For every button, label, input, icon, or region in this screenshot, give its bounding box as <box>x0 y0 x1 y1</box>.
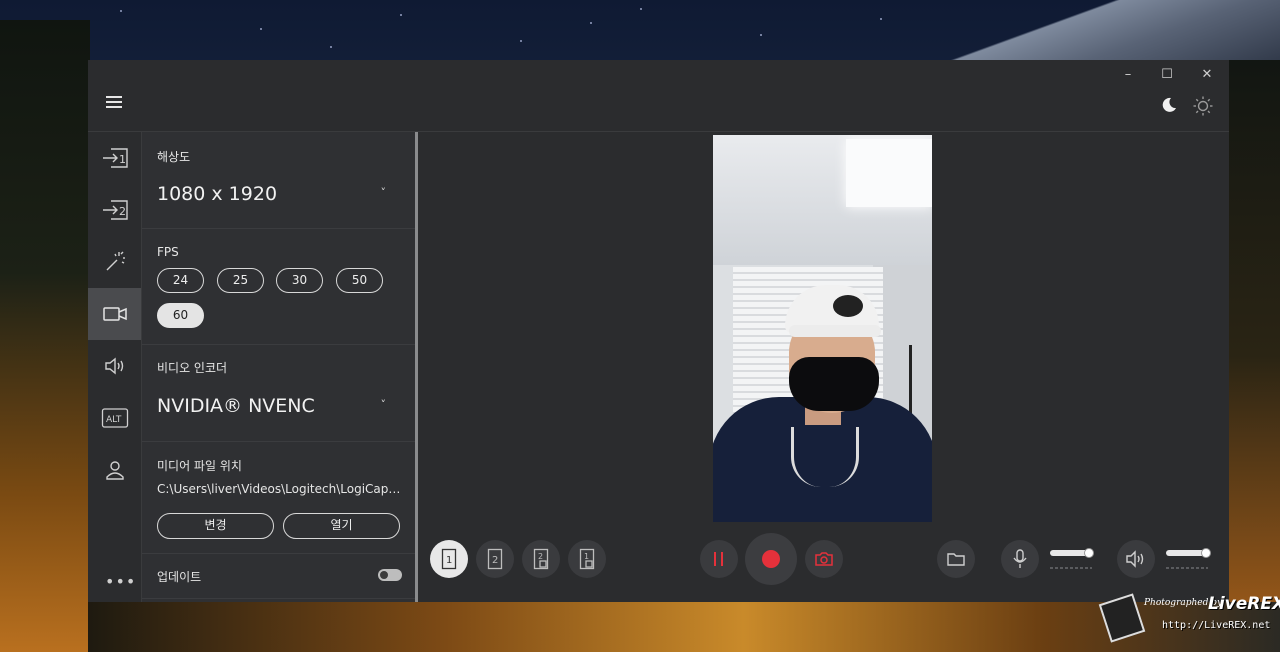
fps-section: FPS 24 25 30 50 60 <box>142 229 416 345</box>
rail-item-alt[interactable]: ALT <box>88 392 141 444</box>
chevron-down-icon[interactable]: ˅ <box>381 398 387 411</box>
layout-2-icon: 2 <box>487 548 503 570</box>
svg-text:ALT: ALT <box>106 415 122 425</box>
snapshot-button[interactable] <box>805 540 843 578</box>
light-mode-icon[interactable] <box>1193 96 1213 116</box>
alt-key-icon: ALT <box>101 408 128 428</box>
speaker-icon <box>104 357 123 375</box>
open-folder-button[interactable]: 열기 <box>283 513 400 539</box>
pause-button[interactable] <box>700 540 738 578</box>
pause-icon <box>714 552 723 566</box>
layout-single-button[interactable]: 1 <box>430 540 468 578</box>
layout-pip-2-1-button[interactable]: 2 <box>522 540 560 578</box>
preview-area: 1 2 2 1 <box>418 132 1229 602</box>
microphone-volume-knob[interactable] <box>1084 548 1094 558</box>
resolution-section: 해상도 1080 x 1920 ˅ <box>142 132 416 229</box>
watermark-url: http://LiveREX.net <box>1162 620 1271 631</box>
watermark: Photographed by LiveREX http://LiveREX.n… <box>1098 593 1280 644</box>
resolution-label: 해상도 <box>157 150 191 164</box>
update-section: 업데이트 <box>142 554 416 599</box>
minimize-button[interactable]: – <box>1117 66 1139 84</box>
layout-source-2-button[interactable]: 2 <box>476 540 514 578</box>
layout-pip-icon: 2 <box>533 548 549 570</box>
speaker-volume-slider[interactable] <box>1166 550 1206 556</box>
record-button[interactable] <box>745 533 797 585</box>
user-icon <box>105 461 124 480</box>
layout-pip-1-2-button[interactable]: 1 <box>568 540 606 578</box>
media-path-value: C:\Users\liver\Videos\Logitech\LogiCaptu… <box>157 482 405 496</box>
watermark-brand: LiveREX <box>1208 594 1280 614</box>
camera-preview <box>713 135 932 522</box>
fps-label: FPS <box>157 245 179 259</box>
title-bar: – ☐ ✕ <box>88 60 1229 92</box>
speaker-volume-knob[interactable] <box>1201 548 1211 558</box>
microphone-button[interactable] <box>1001 540 1039 578</box>
fps-option-30[interactable]: 30 <box>276 268 323 293</box>
close-button[interactable]: ✕ <box>1196 66 1218 84</box>
camera-icon <box>815 552 833 566</box>
hamburger-menu-icon[interactable] <box>106 96 122 110</box>
change-path-button[interactable]: 변경 <box>157 513 274 539</box>
speaker-button[interactable] <box>1117 540 1155 578</box>
magic-wand-icon <box>106 251 125 271</box>
source-2-icon: 2 <box>102 200 128 220</box>
more-options-icon[interactable]: ••• <box>105 572 136 591</box>
open-folder-icon-button[interactable] <box>937 540 975 578</box>
media-path-label: 미디어 파일 위치 <box>157 459 242 473</box>
chevron-down-icon[interactable]: ˅ <box>381 186 387 199</box>
folder-icon <box>947 553 965 566</box>
fps-option-60[interactable]: 60 <box>157 303 204 328</box>
rail-item-account[interactable] <box>88 444 141 496</box>
nav-rail: 1 2 ALT ••• <box>88 132 141 602</box>
encoder-section: 비디오 인코더 NVIDIA® NVENC ˅ <box>142 345 416 442</box>
speaker-level-meter <box>1166 567 1208 569</box>
microphone-level-meter <box>1050 567 1092 569</box>
svg-text:1: 1 <box>584 552 589 561</box>
rail-item-effects[interactable] <box>88 236 141 288</box>
layout-1-icon: 1 <box>441 548 457 570</box>
record-icon <box>762 550 780 568</box>
speaker-icon <box>1126 550 1144 568</box>
update-label: 업데이트 <box>157 570 202 584</box>
fps-option-50[interactable]: 50 <box>336 268 383 293</box>
rail-item-source-1[interactable]: 1 <box>88 132 141 184</box>
svg-text:1: 1 <box>119 153 126 166</box>
fps-option-25[interactable]: 25 <box>217 268 264 293</box>
encoder-label: 비디오 인코더 <box>157 361 228 375</box>
media-path-section: 미디어 파일 위치 C:\Users\liver\Videos\Logitech… <box>142 442 416 554</box>
encoder-dropdown[interactable]: NVIDIA® NVENC <box>157 395 315 417</box>
layout-pip-icon: 1 <box>579 548 595 570</box>
svg-text:2: 2 <box>119 205 126 218</box>
resolution-dropdown[interactable]: 1080 x 1920 <box>157 183 277 205</box>
microphone-icon <box>1013 549 1027 568</box>
book-logo-icon <box>1098 593 1146 643</box>
fps-option-24[interactable]: 24 <box>157 268 204 293</box>
rail-item-audio[interactable] <box>88 340 141 392</box>
camera-video-icon <box>102 307 127 321</box>
source-1-icon: 1 <box>102 148 128 168</box>
settings-panel: 해상도 1080 x 1920 ˅ FPS 24 25 30 50 60 비디오… <box>141 132 416 602</box>
app-window: – ☐ ✕ 1 2 ALT ••• 해상도 1080 x 1920 ˅ FPS … <box>88 60 1229 602</box>
update-toggle[interactable] <box>378 569 402 581</box>
maximize-button[interactable]: ☐ <box>1156 66 1178 84</box>
rail-item-video[interactable] <box>88 288 141 340</box>
svg-text:1: 1 <box>446 555 452 566</box>
svg-text:2: 2 <box>538 552 543 561</box>
dark-mode-icon[interactable] <box>1160 96 1178 114</box>
svg-text:2: 2 <box>492 555 498 566</box>
rail-item-source-2[interactable]: 2 <box>88 184 141 236</box>
